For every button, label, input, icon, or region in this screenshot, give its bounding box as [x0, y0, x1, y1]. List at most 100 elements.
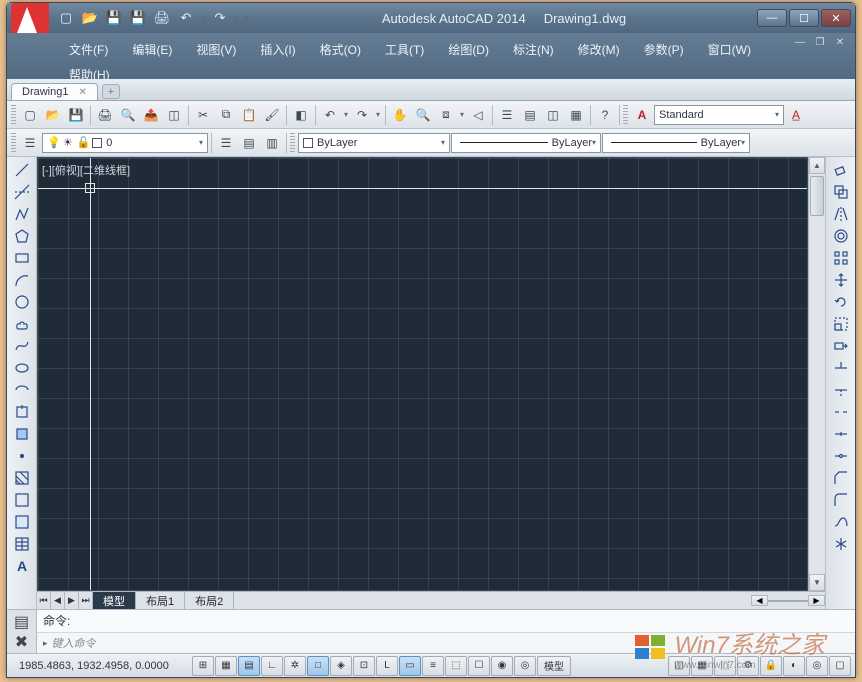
menu-item[interactable]: 窗口(W): [696, 37, 763, 62]
qat-undo-dropdown[interactable]: ▾: [199, 7, 207, 29]
status-polar-toggle[interactable]: ✲: [284, 656, 306, 676]
vertical-scrollbar[interactable]: ▲ ▼: [808, 157, 825, 591]
status-qp-toggle[interactable]: ☐: [468, 656, 490, 676]
command-config-icon[interactable]: ✖: [12, 633, 32, 651]
horizontal-scrollbar[interactable]: ◀ ▶: [234, 595, 825, 606]
drawing-canvas[interactable]: [-][俯视] [二维线框]: [37, 157, 808, 591]
menu-item[interactable]: 工具(T): [373, 37, 436, 62]
redo-icon[interactable]: ↷: [351, 104, 373, 126]
layout-tab[interactable]: 布局2: [185, 592, 234, 609]
document-tab-close-icon[interactable]: ✕: [78, 87, 86, 98]
circle-tool-icon[interactable]: [10, 291, 34, 313]
quickview-drawings-icon[interactable]: ▦: [691, 656, 713, 676]
maximize-button[interactable]: ☐: [789, 9, 819, 27]
command-input[interactable]: ▸ 键入命令: [37, 633, 855, 653]
menu-item[interactable]: 帮助(H): [57, 62, 122, 87]
menu-item[interactable]: 编辑(E): [120, 37, 184, 62]
hatch-tool-icon[interactable]: [10, 467, 34, 489]
arc-tool-icon[interactable]: [10, 269, 34, 291]
blend-tool-icon[interactable]: [829, 511, 853, 533]
menu-item[interactable]: 标注(N): [501, 37, 566, 62]
toolpalettes-icon[interactable]: ◫: [542, 104, 564, 126]
text-style-combo[interactable]: Standard ▾: [654, 105, 784, 125]
qat-print-icon[interactable]: 🖨: [151, 7, 173, 29]
matchprop-icon[interactable]: 🖌: [261, 104, 283, 126]
pan-icon[interactable]: ✋: [389, 104, 411, 126]
qat-customize-dropdown[interactable]: ▾: [243, 7, 251, 29]
polygon-tool-icon[interactable]: [10, 225, 34, 247]
print-icon[interactable]: 🖨: [94, 104, 116, 126]
extend-tool-icon[interactable]: [829, 379, 853, 401]
layout-tab[interactable]: 模型: [93, 592, 136, 609]
mdi-minimize-button[interactable]: —: [791, 37, 809, 51]
menu-item[interactable]: 文件(F): [57, 37, 120, 62]
status-lwt-toggle[interactable]: ≡: [422, 656, 444, 676]
pline-tool-icon[interactable]: [10, 203, 34, 225]
command-history-icon[interactable]: ▤: [12, 613, 32, 631]
insert-tool-icon[interactable]: [10, 401, 34, 423]
status-grid-toggle[interactable]: ▤: [238, 656, 260, 676]
mdi-close-button[interactable]: ✕: [831, 37, 849, 51]
qat-undo-icon[interactable]: ↶: [175, 7, 197, 29]
break-tool-icon[interactable]: [829, 401, 853, 423]
zoom-realtime-icon[interactable]: 🔍: [412, 104, 434, 126]
line-tool-icon[interactable]: [10, 159, 34, 181]
array-tool-icon[interactable]: [829, 247, 853, 269]
table-tool-icon[interactable]: [10, 533, 34, 555]
status-snap-toggle[interactable]: ▦: [215, 656, 237, 676]
scroll-up-icon[interactable]: ▲: [809, 157, 825, 174]
lineweight-combo[interactable]: ByLayer ▾: [602, 133, 750, 153]
status-infer-toggle[interactable]: ⊞: [192, 656, 214, 676]
status-am-toggle[interactable]: ◎: [514, 656, 536, 676]
explode-tool-icon[interactable]: [829, 533, 853, 555]
status-3dosnap-toggle[interactable]: ◈: [330, 656, 352, 676]
linetype-combo[interactable]: ByLayer ▾: [451, 133, 601, 153]
status-osnap-toggle[interactable]: □: [307, 656, 329, 676]
qat-save-icon[interactable]: 💾: [103, 7, 125, 29]
move-tool-icon[interactable]: [829, 269, 853, 291]
layer-combo[interactable]: 💡 ☀ 🔓 0 ▾: [42, 133, 208, 153]
lock-ui-icon[interactable]: 🔒: [760, 656, 782, 676]
ellipse-tool-icon[interactable]: [10, 357, 34, 379]
copy-tool-icon[interactable]: [829, 181, 853, 203]
scroll-left-icon[interactable]: ◀: [751, 595, 768, 606]
layout-nav-next[interactable]: ▶: [65, 592, 79, 609]
menu-item[interactable]: 修改(M): [566, 37, 632, 62]
join-tool-icon[interactable]: [829, 445, 853, 467]
status-ortho-toggle[interactable]: ∟: [261, 656, 283, 676]
breaksel-tool-icon[interactable]: [829, 423, 853, 445]
undo-icon[interactable]: ↶: [319, 104, 341, 126]
cut-icon[interactable]: ✂: [192, 104, 214, 126]
quickview-layouts-icon[interactable]: ◫: [668, 656, 690, 676]
rect-tool-icon[interactable]: [10, 247, 34, 269]
layer-states-icon[interactable]: ▤: [238, 132, 260, 154]
qat-redo-icon[interactable]: ↷: [209, 7, 231, 29]
gradient-tool-icon[interactable]: [10, 489, 34, 511]
toolbar-grip-2[interactable]: [623, 105, 628, 125]
workspace-switch-icon[interactable]: ⚙: [737, 656, 759, 676]
qat-open-icon[interactable]: 📂: [79, 7, 101, 29]
xline-tool-icon[interactable]: [10, 181, 34, 203]
help-icon[interactable]: ?: [594, 104, 616, 126]
layer-manager-icon[interactable]: ☰: [19, 132, 41, 154]
scroll-thumb[interactable]: [810, 176, 824, 216]
block-tool-icon[interactable]: [10, 423, 34, 445]
layout-tab[interactable]: 布局1: [136, 592, 185, 609]
isolate-objects-icon[interactable]: ◎: [806, 656, 828, 676]
offset-tool-icon[interactable]: [829, 225, 853, 247]
chamfer-tool-icon[interactable]: [829, 467, 853, 489]
ellipsearc-tool-icon[interactable]: [10, 379, 34, 401]
redo-dropdown[interactable]: ▾: [374, 104, 382, 126]
rotate-tool-icon[interactable]: [829, 291, 853, 313]
close-button[interactable]: ✕: [821, 9, 851, 27]
status-sc-toggle[interactable]: ◉: [491, 656, 513, 676]
menu-item[interactable]: 视图(V): [184, 37, 248, 62]
menu-item[interactable]: 绘图(D): [436, 37, 501, 62]
erase-tool-icon[interactable]: [829, 159, 853, 181]
layer-previous-icon[interactable]: ☰: [215, 132, 237, 154]
revcloud-tool-icon[interactable]: [10, 313, 34, 335]
preview-icon[interactable]: 🔍: [117, 104, 139, 126]
qat-new-icon[interactable]: ▢: [55, 7, 77, 29]
stretch-tool-icon[interactable]: [829, 335, 853, 357]
color-combo[interactable]: ByLayer ▾: [298, 133, 450, 153]
